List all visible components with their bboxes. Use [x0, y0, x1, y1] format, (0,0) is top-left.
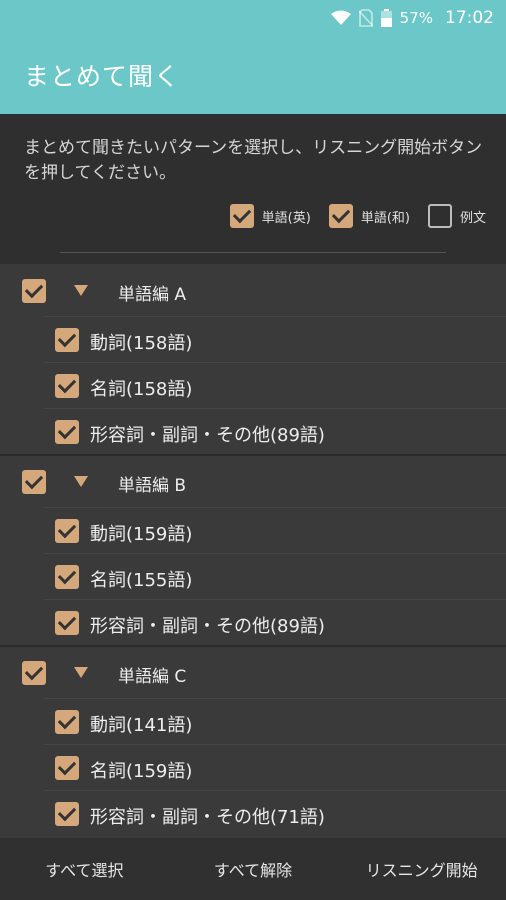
- option-label: 例文: [459, 210, 486, 226]
- page-title: まとめて聞く: [24, 62, 181, 91]
- list-item[interactable]: 形容詞・副詞・その他(89語): [44, 408, 506, 455]
- list-item[interactable]: 名詞(158語): [44, 362, 506, 409]
- select-all-button[interactable]: すべて選択: [0, 857, 169, 881]
- bottom-action-bar: すべて選択 すべて解除 リスニング開始: [0, 838, 506, 900]
- group-label: 単語編 A: [118, 285, 187, 305]
- group-separator: [0, 645, 506, 647]
- option-label: 単語(和): [360, 210, 410, 226]
- checkbox-icon[interactable]: [55, 756, 79, 780]
- item-label: 形容詞・副詞・その他(89語): [90, 616, 325, 637]
- option-word-english[interactable]: 単語(英): [229, 204, 311, 228]
- group-label: 単語編 B: [118, 476, 187, 496]
- list-item[interactable]: 名詞(159語): [44, 744, 506, 791]
- start-listening-button[interactable]: リスニング開始: [337, 857, 506, 881]
- item-label: 名詞(155語): [90, 570, 193, 591]
- checkbox-icon[interactable]: [55, 710, 79, 734]
- status-bar: 57% 17:02: [0, 0, 506, 36]
- app-bar: まとめて聞く: [0, 36, 506, 114]
- checkbox-icon[interactable]: [328, 204, 353, 228]
- group-row-a[interactable]: 単語編 A: [0, 266, 506, 316]
- item-label: 名詞(158語): [90, 379, 193, 400]
- item-label: 形容詞・副詞・その他(89語): [90, 425, 325, 446]
- checkbox-icon[interactable]: [55, 611, 79, 635]
- list-item[interactable]: 形容詞・副詞・その他(71語): [44, 790, 506, 837]
- group-separator: [0, 454, 506, 456]
- battery-icon: [380, 9, 392, 27]
- item-label: 名詞(159語): [90, 761, 193, 782]
- instruction-panel: まとめて聞きたいパターンを選択し、リスニング開始ボタンを押してください。 単語(…: [0, 114, 506, 264]
- option-label: 単語(英): [261, 210, 311, 226]
- checkbox-icon[interactable]: [55, 374, 79, 398]
- instruction-text: まとめて聞きたいパターンを選択し、リスニング開始ボタンを押してください。: [24, 138, 483, 183]
- battery-percent: 57%: [399, 9, 433, 27]
- expand-triangle-icon[interactable]: [74, 667, 88, 678]
- group-checkbox-icon[interactable]: [22, 661, 46, 685]
- option-example-sentence[interactable]: 例文: [427, 204, 486, 228]
- list-item[interactable]: 動詞(159語): [44, 507, 506, 554]
- option-word-japanese[interactable]: 単語(和): [328, 204, 410, 228]
- divider: [60, 252, 446, 253]
- expand-triangle-icon[interactable]: [74, 476, 88, 487]
- checkbox-icon[interactable]: [55, 519, 79, 543]
- list-item[interactable]: 動詞(158語): [44, 316, 506, 363]
- group-checkbox-icon[interactable]: [22, 279, 46, 303]
- item-label: 動詞(159語): [90, 524, 193, 545]
- clock: 17:02: [445, 8, 494, 28]
- playback-options: 単語(英) 単語(和) 例文: [229, 204, 486, 228]
- expand-triangle-icon[interactable]: [74, 285, 88, 296]
- wifi-icon: [330, 10, 351, 25]
- group-checkbox-icon[interactable]: [22, 470, 46, 494]
- checkbox-icon[interactable]: [229, 204, 254, 228]
- item-label: 動詞(141語): [90, 715, 193, 736]
- checkbox-icon[interactable]: [55, 802, 79, 826]
- list-item[interactable]: 動詞(141語): [44, 698, 506, 745]
- checkbox-icon[interactable]: [55, 420, 79, 444]
- group-row-c[interactable]: 単語編 C: [0, 648, 506, 698]
- checkbox-icon[interactable]: [427, 204, 452, 228]
- group-label: 単語編 C: [118, 667, 187, 687]
- checkbox-icon[interactable]: [55, 328, 79, 352]
- pattern-list: 単語編 A 動詞(158語) 名詞(158語) 形容詞・副詞・その他(89語) …: [0, 264, 506, 838]
- no-sim-icon: [358, 9, 373, 27]
- item-label: 動詞(158語): [90, 333, 193, 354]
- list-item[interactable]: 名詞(155語): [44, 553, 506, 600]
- group-row-b[interactable]: 単語編 B: [0, 457, 506, 507]
- item-label: 形容詞・副詞・その他(71語): [90, 807, 325, 828]
- list-item[interactable]: 形容詞・副詞・その他(89語): [44, 599, 506, 646]
- deselect-all-button[interactable]: すべて解除: [169, 857, 338, 881]
- checkbox-icon[interactable]: [55, 565, 79, 589]
